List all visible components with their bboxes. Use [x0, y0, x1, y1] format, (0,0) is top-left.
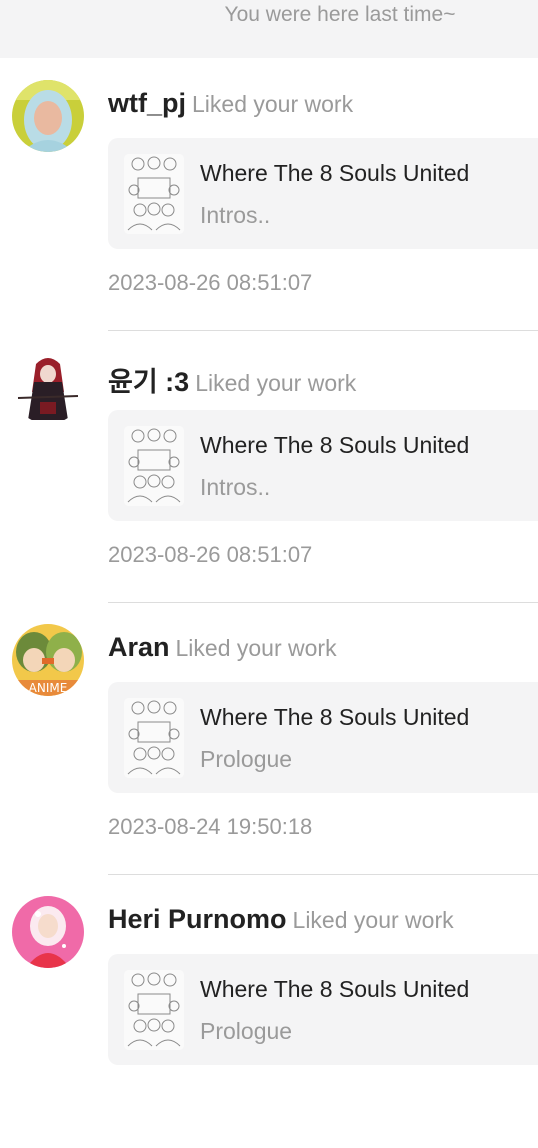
last-visit-text: You were here last time~ [224, 3, 456, 26]
user-avatar[interactable]: ANIME [12, 624, 84, 696]
timestamp: 2023-08-24 19:50:18 [108, 814, 313, 839]
notification-item[interactable]: ANIME Aran Liked your work Where The 8 So… [0, 604, 538, 876]
action-text: Liked your work [195, 370, 357, 396]
username[interactable]: Heri Purnomo [108, 904, 287, 934]
work-title: Where The 8 Souls United [200, 704, 470, 730]
username[interactable]: 윤기 :3 [108, 367, 189, 397]
chapter-title: Prologue [200, 1018, 293, 1044]
user-avatar[interactable] [12, 352, 84, 424]
notification-header: Aran Liked your work [108, 632, 337, 663]
work-title: Where The 8 Souls United [200, 432, 470, 458]
work-card[interactable]: Where The 8 Souls United Prologue [108, 954, 538, 1065]
action-text: Liked your work [292, 907, 454, 933]
notification-item[interactable]: 윤기 :3 Liked your work Where The 8 Souls U… [0, 332, 538, 604]
action-text: Liked your work [192, 91, 354, 117]
username[interactable]: wtf_pj [108, 88, 186, 118]
timestamp: 2023-08-26 08:51:07 [108, 270, 313, 295]
user-avatar[interactable] [12, 80, 84, 152]
divider [108, 874, 538, 875]
notification-header: Heri Purnomo Liked your work [108, 904, 454, 935]
username[interactable]: Aran [108, 632, 170, 662]
divider [108, 602, 538, 603]
work-cover-thumbnail [124, 970, 184, 1050]
notification-item[interactable]: wtf_pj Liked your work Where The 8 Souls … [0, 60, 538, 332]
notification-header: wtf_pj Liked your work [108, 88, 353, 119]
notification-item[interactable]: Heri Purnomo Liked your work Where The 8 … [0, 876, 538, 1148]
user-avatar[interactable] [12, 896, 84, 968]
action-text: Liked your work [175, 635, 337, 661]
work-card[interactable]: Where The 8 Souls United Intros.. [108, 410, 538, 521]
work-cover-thumbnail [124, 426, 184, 506]
chapter-title: Intros.. [200, 474, 271, 500]
work-card[interactable]: Where The 8 Souls United Prologue [108, 682, 538, 793]
divider [108, 330, 538, 331]
last-visit-banner: You were here last time~ [0, 0, 538, 58]
work-title: Where The 8 Souls United [200, 160, 470, 186]
chapter-title: Prologue [200, 746, 293, 772]
notification-header: 윤기 :3 Liked your work [108, 360, 356, 399]
work-cover-thumbnail [124, 154, 184, 234]
timestamp: 2023-08-26 08:51:07 [108, 542, 313, 567]
chapter-title: Intros.. [200, 202, 271, 228]
svg-text:ANIME: ANIME [29, 681, 68, 695]
work-cover-thumbnail [124, 698, 184, 778]
work-card[interactable]: Where The 8 Souls United Intros.. [108, 138, 538, 249]
work-title: Where The 8 Souls United [200, 976, 470, 1002]
